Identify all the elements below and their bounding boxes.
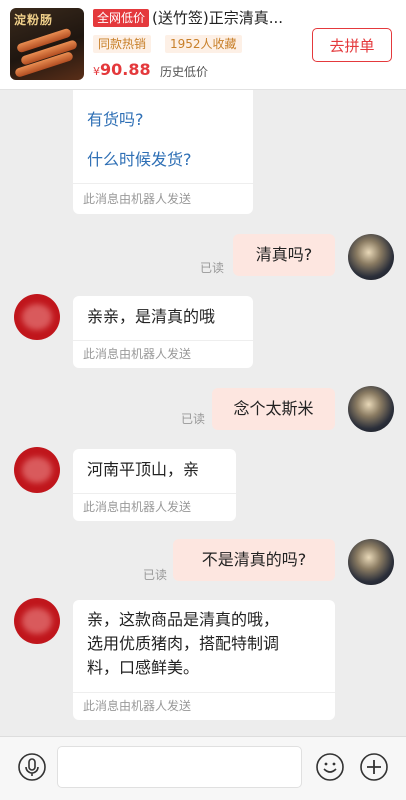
message-text: 亲亲，是清真的哦	[87, 307, 216, 326]
message-line: 料，口感鲜美。	[87, 658, 200, 677]
message-text: 河南平顶山，亲	[87, 460, 200, 479]
quick-questions-bubble: 有货吗? 什么时候发货? 此消息由机器人发送	[73, 90, 253, 214]
read-status: 已读	[181, 412, 206, 426]
robot-note: 此消息由机器人发送	[73, 183, 253, 214]
message-text: 亲，这款商品是清真的哦， 选用优质猪肉，搭配特制调 料，口感鲜美。	[87, 608, 279, 680]
user-avatar[interactable]	[348, 386, 394, 432]
emoji-icon[interactable]	[315, 752, 345, 782]
robot-note: 此消息由机器人发送	[73, 692, 335, 720]
incoming-message[interactable]: 河南平顶山，亲 此消息由机器人发送	[73, 449, 236, 521]
shop-avatar[interactable]	[14, 598, 60, 644]
product-card[interactable]: 淀粉肠 全网低价 (送竹签)正宗清真... 同款热销 1952人收藏 ¥90.8…	[0, 0, 406, 90]
hot-sale-tag: 同款热销	[93, 35, 152, 53]
outgoing-message[interactable]: 不是清真的吗?	[173, 539, 335, 581]
currency-symbol: ¥	[93, 65, 100, 78]
plus-icon[interactable]	[359, 752, 389, 782]
outgoing-message[interactable]: 清真吗?	[233, 234, 335, 276]
quick-question-link[interactable]: 什么时候发货?	[87, 146, 192, 170]
message-line: 亲，这款商品是清真的哦，	[87, 610, 280, 629]
outgoing-message[interactable]: 念个太斯米	[212, 388, 335, 430]
message-line: 选用优质猪肉，搭配特制调	[87, 634, 280, 653]
thumbnail-title: 淀粉肠	[14, 13, 54, 27]
message-input[interactable]	[57, 746, 302, 788]
read-status: 已读	[143, 568, 168, 582]
shop-avatar[interactable]	[14, 294, 60, 340]
quick-question-link[interactable]: 有货吗?	[87, 106, 144, 130]
voice-icon[interactable]	[17, 752, 47, 782]
robot-note: 此消息由机器人发送	[73, 340, 253, 368]
favorites-tag: 1952人收藏	[165, 35, 242, 53]
product-price: ¥90.88	[93, 60, 151, 79]
user-avatar[interactable]	[348, 234, 394, 280]
incoming-message[interactable]: 亲，这款商品是清真的哦， 选用优质猪肉，搭配特制调 料，口感鲜美。 此消息由机器…	[73, 600, 335, 720]
price-value: 90.88	[100, 60, 151, 79]
product-title[interactable]: (送竹签)正宗清真...	[152, 8, 300, 28]
incoming-message[interactable]: 亲亲，是清真的哦 此消息由机器人发送	[73, 296, 253, 368]
shop-avatar[interactable]	[14, 447, 60, 493]
history-low-label: 历史低价	[160, 65, 209, 79]
robot-note: 此消息由机器人发送	[73, 493, 236, 521]
user-avatar[interactable]	[348, 539, 394, 585]
read-status: 已读	[200, 261, 225, 275]
join-group-buy-button[interactable]: 去拼单	[312, 28, 392, 62]
input-bar	[0, 736, 406, 800]
product-thumbnail[interactable]: 淀粉肠	[10, 8, 84, 80]
lowest-price-tag: 全网低价	[93, 9, 150, 27]
